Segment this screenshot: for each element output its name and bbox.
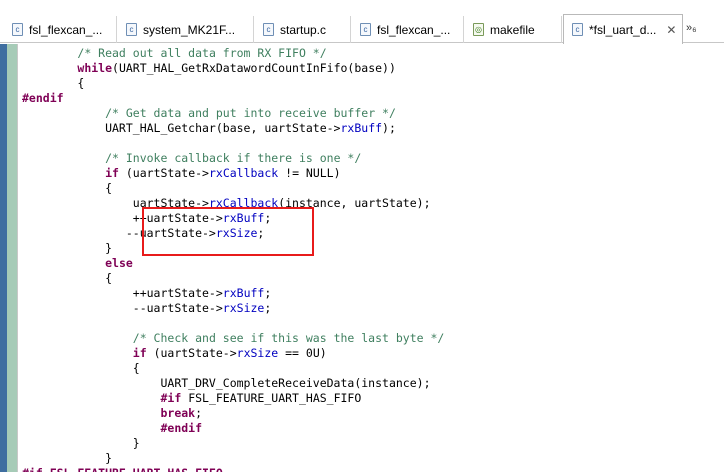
code-line: /* Get data and put into receive buffer …	[22, 106, 396, 121]
code-line: }	[22, 451, 112, 466]
code-field: rxBuff	[340, 121, 383, 135]
tab-overflow-icon[interactable]: »₆	[686, 22, 697, 34]
code-line: {	[22, 361, 140, 376]
code-line: UART_HAL_Getchar(base, uartState->rxBuff…	[22, 121, 396, 136]
code-preprocessor: #if	[160, 391, 182, 405]
tab-label: system_MK21F...	[143, 22, 236, 37]
tab-label: startup.c	[280, 22, 327, 37]
code-line: {	[22, 76, 84, 91]
c-file-icon: c	[360, 23, 371, 36]
code-line: /* Check and see if this was the last by…	[22, 331, 445, 346]
code-line: #endif	[22, 421, 202, 436]
code-text: }	[22, 451, 113, 465]
code-line: {	[22, 181, 112, 196]
code-keyword: if	[132, 346, 147, 360]
tab-startup-c[interactable]: c startup.c	[255, 16, 351, 43]
code-field: rxSize	[236, 346, 279, 360]
code-text: (UART_HAL_GetRxDatawordCountInFifo(base)…	[112, 61, 396, 75]
code-text: (uartState->	[118, 166, 209, 180]
code-line: ++uartState->rxBuff;	[22, 286, 272, 301]
code-comment: /* Check and see if this was the last by…	[132, 331, 445, 345]
code-line: break;	[22, 406, 202, 421]
c-file-icon: c	[572, 23, 583, 36]
tab-label: makefile	[490, 22, 535, 37]
tab-fsl-flexcan-1[interactable]: c fsl_flexcan_...	[4, 16, 117, 43]
code-text: != NULL)	[278, 166, 341, 180]
tab-label: fsl_flexcan_...	[29, 22, 103, 37]
code-preprocessor: #endif	[22, 91, 64, 105]
code-line: #if FSL_FEATURE_UART_HAS_FIFO	[22, 391, 361, 406]
tab-label: fsl_flexcan_...	[377, 22, 451, 37]
code-text: {	[22, 271, 113, 285]
code-text: UART_HAL_Getchar(base, uartState->	[22, 121, 341, 135]
code-line: }	[22, 436, 140, 451]
code-line: while(UART_HAL_GetRxDatawordCountInFifo(…	[22, 61, 396, 76]
code-line: --uartState->rxSize;	[22, 301, 272, 316]
code-text: --uartState->	[22, 301, 223, 315]
code-comment: /* Get data and put into receive buffer …	[105, 106, 396, 120]
code-text: == 0U)	[278, 346, 327, 360]
code-keyword: if	[105, 166, 119, 180]
code-text: ;	[264, 286, 272, 300]
c-file-icon: c	[126, 23, 137, 36]
code-field: rxBuff	[222, 286, 265, 300]
code-preprocessor: #if FSL_FEATURE_UART_HAS_FIFO	[22, 466, 223, 472]
code-text: (uartState->	[146, 346, 237, 360]
code-line: if (uartState->rxSize == 0U)	[22, 346, 327, 361]
code-preprocessor: #endif	[160, 421, 203, 435]
code-keyword: else	[105, 256, 133, 270]
close-icon[interactable]: ✕	[666, 23, 676, 37]
editor-tab-bar: c fsl_flexcan_... c system_MK21F... c st…	[0, 0, 724, 44]
code-line: /* Invoke callback if there is one */	[22, 151, 361, 166]
code-text: );	[382, 121, 396, 135]
tab-fsl-flexcan-2[interactable]: c fsl_flexcan_...	[352, 16, 464, 43]
code-keyword: break	[160, 406, 196, 420]
tab-system-mk21f[interactable]: c system_MK21F...	[118, 16, 254, 43]
code-line: else	[22, 256, 133, 271]
code-text: FSL_FEATURE_UART_HAS_FIFO	[181, 391, 362, 405]
code-text: ;	[195, 406, 203, 420]
code-editor[interactable]: /* Read out all data from RX FIFO */ whi…	[18, 44, 724, 472]
c-file-icon: c	[263, 23, 274, 36]
code-line: }	[22, 241, 112, 256]
code-text: ;	[264, 301, 272, 315]
code-line: {	[22, 271, 112, 286]
code-field: rxSize	[222, 301, 265, 315]
code-text: UART_DRV_CompleteReceiveData(instance);	[22, 376, 431, 390]
code-comment: /* Read out all data from RX FIFO */	[77, 46, 327, 60]
code-line: if (uartState->rxCallback != NULL)	[22, 166, 341, 181]
code-text: {	[22, 361, 140, 375]
editor-ruler	[0, 44, 7, 472]
code-line: /* Read out all data from RX FIFO */	[22, 46, 327, 61]
code-text: ++uartState->	[22, 286, 223, 300]
code-line: #endif	[22, 91, 64, 106]
highlight-box	[142, 207, 314, 256]
code-field: rxCallback	[208, 166, 279, 180]
c-file-icon: c	[12, 23, 23, 36]
tab-makefile[interactable]: ◎ makefile	[465, 16, 562, 43]
code-line: UART_DRV_CompleteReceiveData(instance);	[22, 376, 431, 391]
code-text: {	[22, 181, 113, 195]
makefile-icon: ◎	[473, 23, 484, 36]
code-text: }	[22, 436, 140, 450]
tab-fsl-uart-driver[interactable]: c *fsl_uart_d... ✕	[563, 14, 683, 44]
code-comment: /* Invoke callback if there is one */	[105, 151, 362, 165]
code-line: #if FSL_FEATURE_UART_HAS_FIFO	[22, 466, 223, 472]
tab-label: *fsl_uart_d...	[589, 22, 657, 37]
code-text: }	[22, 241, 113, 255]
code-keyword: while	[77, 61, 113, 75]
code-text: {	[22, 76, 85, 90]
annotation-ruler	[7, 44, 17, 472]
